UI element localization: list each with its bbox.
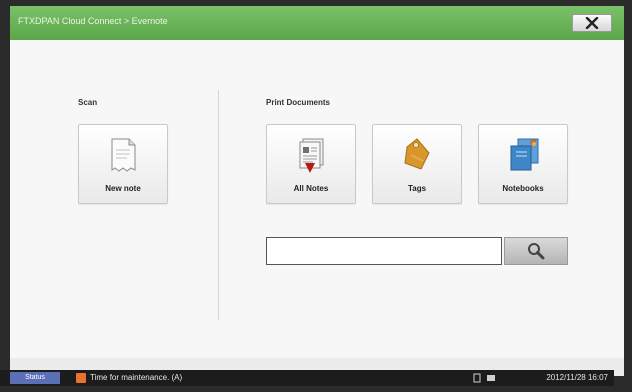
notebooks-icon xyxy=(510,138,539,171)
close-icon xyxy=(585,17,599,29)
main-content: Scan New note Print Documents All Notes xyxy=(10,40,624,358)
document-icon xyxy=(111,138,136,172)
window-title: FTXDPAN Cloud Connect > Evernote xyxy=(18,16,168,26)
tags-label: Tags xyxy=(407,184,427,193)
status-tab[interactable]: Status xyxy=(10,372,60,384)
magnifier-icon xyxy=(528,243,545,260)
new-note-label: New note xyxy=(105,184,141,193)
all-notes-button[interactable]: All Notes xyxy=(266,124,356,204)
title-bar: FTXDPAN Cloud Connect > Evernote xyxy=(10,6,624,40)
notebooks-label: Notebooks xyxy=(502,184,544,193)
status-bar: Status Time for maintenance. (A) 2012/11… xyxy=(0,370,614,386)
status-message: Time for maintenance. (A) xyxy=(90,373,183,382)
section-divider xyxy=(218,90,219,320)
search-input[interactable] xyxy=(266,237,502,265)
status-time: 2012/11/28 16:07 xyxy=(546,373,608,382)
tags-button[interactable]: Tags xyxy=(372,124,462,204)
device-icon xyxy=(473,373,481,383)
notes-stack-icon xyxy=(299,138,324,173)
panel-screen: FTXDPAN Cloud Connect > Evernote Scan Ne… xyxy=(10,6,624,376)
print-section-label: Print Documents xyxy=(266,98,331,107)
search-button[interactable] xyxy=(504,237,568,265)
scan-section-label: Scan xyxy=(78,98,98,107)
close-button[interactable] xyxy=(572,14,612,32)
network-icon xyxy=(487,375,495,381)
all-notes-label: All Notes xyxy=(293,184,329,193)
warning-icon xyxy=(76,373,86,383)
new-note-button[interactable]: New note xyxy=(78,124,168,204)
tag-icon xyxy=(404,138,430,170)
notebooks-button[interactable]: Notebooks xyxy=(478,124,568,204)
